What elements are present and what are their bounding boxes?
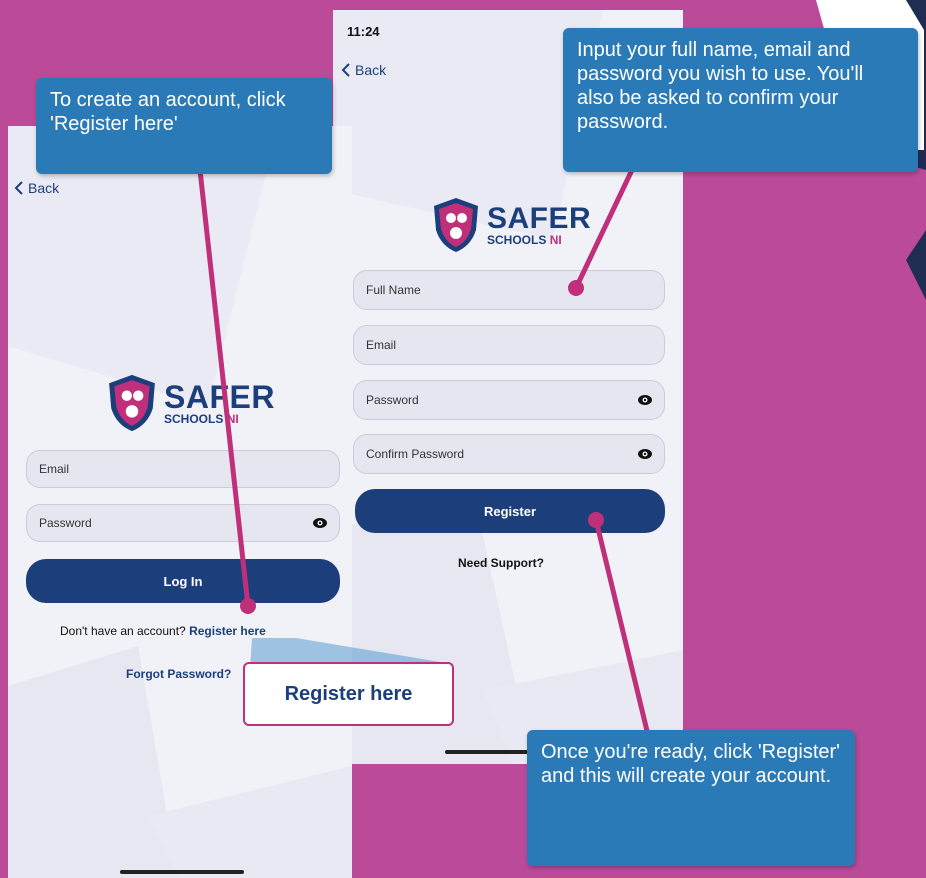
back-button[interactable]: Back xyxy=(14,180,59,196)
chevron-left-icon xyxy=(14,181,23,195)
password-field[interactable]: Password xyxy=(353,380,665,420)
back-button[interactable]: Back xyxy=(341,62,386,78)
chevron-left-icon xyxy=(341,63,350,77)
register-button[interactable]: Register xyxy=(355,489,665,533)
eye-icon[interactable] xyxy=(638,395,652,405)
back-label: Back xyxy=(355,62,387,78)
email-placeholder: Email xyxy=(39,462,70,476)
back-label: Back xyxy=(28,180,60,196)
background-pattern xyxy=(8,126,352,878)
register-link[interactable]: Register here xyxy=(189,624,266,638)
logo: SAFER SCHOOLS NI xyxy=(106,372,275,434)
logo-ni: NI xyxy=(226,412,239,426)
no-account-text: Don't have an account? xyxy=(60,624,186,638)
confirm-password-placeholder: Confirm Password xyxy=(366,447,465,461)
eye-icon[interactable] xyxy=(638,449,652,459)
shield-icon xyxy=(434,198,478,252)
callout-create-account: To create an account, click 'Register he… xyxy=(36,78,332,174)
logo: SAFER SCHOOLS NI xyxy=(431,196,591,254)
email-placeholder: Email xyxy=(366,338,397,352)
callout-input-details: Input your full name, email and password… xyxy=(563,28,918,172)
register-here-zoom: Register here xyxy=(243,662,454,726)
full-name-placeholder: Full Name xyxy=(366,283,421,297)
logo-schools: SCHOOLS xyxy=(487,233,547,247)
login-screen: Back SAFER SCHOOLS NI Email Password Log… xyxy=(8,126,352,878)
logo-safer: SAFER xyxy=(487,202,592,235)
password-placeholder: Password xyxy=(39,516,92,530)
eye-icon[interactable] xyxy=(313,518,327,528)
need-support-link[interactable]: Need Support? xyxy=(458,556,544,570)
logo-ni: NI xyxy=(549,233,562,247)
logo-safer: SAFER xyxy=(164,379,275,415)
email-field[interactable]: Email xyxy=(353,325,665,365)
password-placeholder: Password xyxy=(366,393,419,407)
password-field[interactable]: Password xyxy=(26,504,340,542)
email-field[interactable]: Email xyxy=(26,450,340,488)
forgot-password-link[interactable]: Forgot Password? xyxy=(126,667,231,681)
callout-once-ready: Once you're ready, click 'Register' and … xyxy=(527,730,855,866)
status-time: 11:24 xyxy=(347,24,380,39)
shield-icon xyxy=(109,374,155,432)
login-button[interactable]: Log In xyxy=(26,559,340,603)
full-name-field[interactable]: Full Name xyxy=(353,270,665,310)
confirm-password-field[interactable]: Confirm Password xyxy=(353,434,665,474)
register-prompt: Don't have an account? Register here xyxy=(60,624,266,638)
home-indicator xyxy=(120,870,244,874)
logo-schools: SCHOOLS xyxy=(164,412,224,426)
